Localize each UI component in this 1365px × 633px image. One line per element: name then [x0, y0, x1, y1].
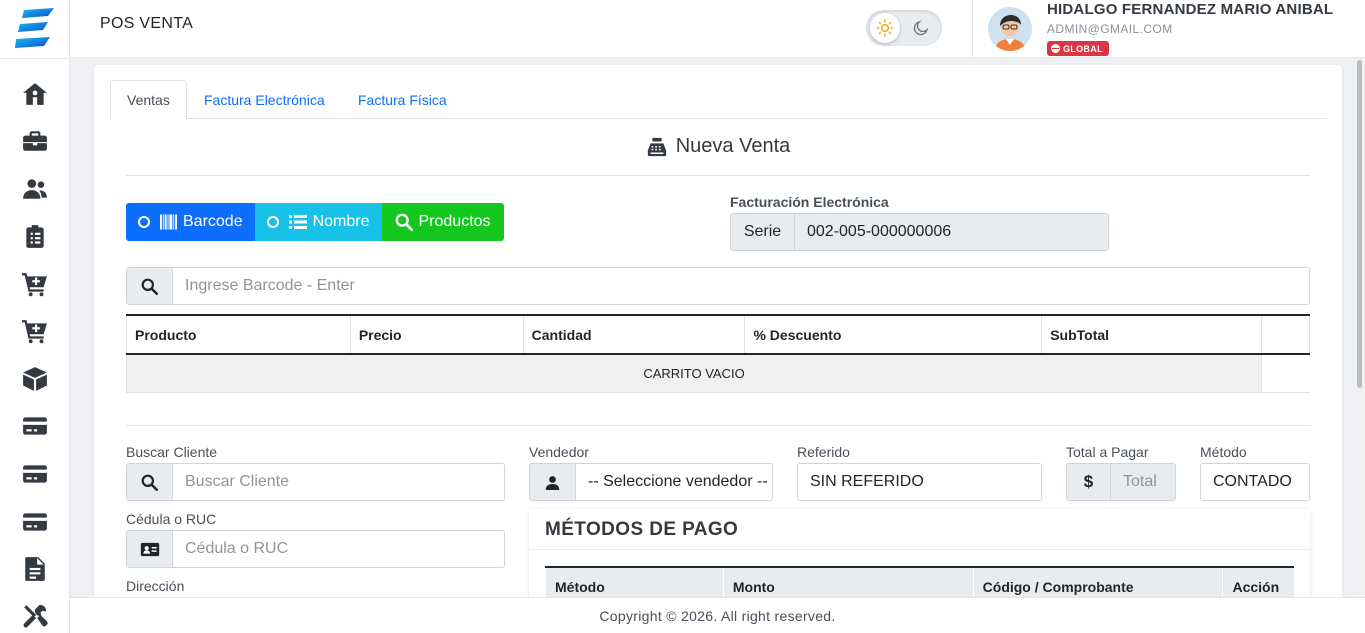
- col-cantidad: Cantidad: [522, 314, 745, 355]
- barcode-mode-label: Barcode: [183, 213, 243, 230]
- search-icon: [127, 464, 173, 500]
- user-email: ADMIN@GMAIL.COM: [1047, 22, 1173, 36]
- top-header: POS VENTA HIDALGO FERNANDEZ MARIO ANIBAL…: [70, 0, 1365, 58]
- cash-register-icon: [647, 137, 666, 156]
- user-name: HIDALGO FERNANDEZ MARIO ANIBAL: [1047, 1, 1334, 18]
- vendedor-label: Vendedor: [529, 444, 589, 460]
- serie-field: Serie 002-005-000000006: [730, 213, 1109, 251]
- referido-group: SIN REFERIDO: [797, 463, 1042, 501]
- vendedor-group: -- Seleccione vendedor --: [529, 463, 773, 501]
- sun-icon[interactable]: [870, 13, 900, 43]
- buscar-cliente-group: [126, 463, 505, 501]
- list-icon: [288, 215, 307, 229]
- document-icon[interactable]: [21, 555, 49, 583]
- total-group: $: [1066, 463, 1176, 501]
- footer: Copyright © 2026. All right reserved.: [70, 597, 1365, 633]
- cart-plus-icon[interactable]: [21, 317, 49, 345]
- direccion-label: Dirección: [126, 578, 185, 594]
- globe-icon: [1051, 44, 1060, 53]
- home-icon[interactable]: [21, 80, 49, 108]
- total-input: [1111, 464, 1175, 500]
- app-logo[interactable]: [14, 6, 56, 50]
- barcode-icon: [160, 214, 177, 230]
- role-badge: GLOBAL: [1047, 41, 1109, 56]
- barcode-input-group: [126, 267, 1310, 305]
- total-label: Total a Pagar: [1066, 444, 1149, 460]
- tab-ventas[interactable]: Ventas: [110, 80, 187, 120]
- barcode-input[interactable]: [173, 268, 1309, 304]
- box-icon[interactable]: [21, 365, 49, 393]
- cedula-group: [126, 530, 505, 568]
- tab-factura-electronica[interactable]: Factura Electrónica: [188, 80, 341, 119]
- productos-label: Productos: [418, 213, 491, 230]
- empty-cart-message: CARRITO VACIO: [125, 354, 1262, 393]
- buscar-cliente-input[interactable]: [173, 464, 504, 500]
- cedula-label: Cédula o RUC: [126, 511, 217, 527]
- theme-toggle[interactable]: [866, 10, 942, 46]
- buscar-cliente-label: Buscar Cliente: [126, 444, 218, 460]
- referido-label: Referido: [797, 444, 850, 460]
- referido-select[interactable]: SIN REFERIDO: [798, 464, 1041, 500]
- search-icon: [395, 213, 413, 231]
- serie-value: 002-005-000000006: [795, 214, 1108, 250]
- app-title: POS VENTA: [100, 15, 194, 32]
- tools-icon[interactable]: [21, 602, 49, 630]
- sales-card: Ventas Factura Electrónica Factura Físic…: [94, 65, 1342, 605]
- col-producto: Producto: [126, 314, 351, 355]
- search-icon: [127, 268, 173, 304]
- col-descuento: % Descuento: [744, 314, 1042, 355]
- nombre-mode-label: Nombre: [312, 213, 370, 230]
- barcode-mode-button[interactable]: Barcode: [126, 203, 255, 241]
- metodo-label: Método: [1200, 444, 1247, 460]
- productos-button[interactable]: Productos: [381, 203, 504, 241]
- nombre-radio[interactable]: [266, 216, 279, 228]
- cart-plus-icon[interactable]: [21, 270, 49, 298]
- barcode-radio[interactable]: [138, 216, 150, 228]
- user-avatar[interactable]: [988, 7, 1032, 51]
- metodos-pago-title: MÉTODOS DE PAGO: [545, 519, 739, 540]
- serie-addon: Serie: [731, 214, 795, 250]
- section-title: Nueva Venta: [94, 135, 1342, 158]
- user-icon: [530, 464, 576, 500]
- metodo-group: CONTADO: [1200, 463, 1310, 501]
- col-precio: Precio: [349, 314, 524, 355]
- cart-table: Producto Precio Cantidad % Descuento Sub…: [125, 314, 1310, 393]
- clipboard-icon[interactable]: [21, 222, 49, 250]
- scrollbar-thumb[interactable]: [1357, 60, 1362, 388]
- vendedor-select[interactable]: -- Seleccione vendedor --: [576, 464, 772, 500]
- tab-factura-fisica[interactable]: Factura Física: [342, 80, 463, 119]
- metodo-select[interactable]: CONTADO: [1201, 464, 1309, 500]
- col-subtotal: SubTotal: [1041, 314, 1262, 355]
- credit-card-icon[interactable]: [21, 460, 49, 488]
- col-actions: [1261, 314, 1310, 355]
- briefcase-icon[interactable]: [21, 127, 49, 155]
- nombre-mode-button[interactable]: Nombre: [254, 203, 382, 241]
- credit-card-icon[interactable]: [21, 508, 49, 536]
- cedula-input[interactable]: [173, 531, 504, 567]
- table-row: CARRITO VACIO: [125, 354, 1310, 393]
- role-badge-label: GLOBAL: [1063, 43, 1103, 54]
- metodos-pago-card: MÉTODOS DE PAGO Método Monto Código / Co…: [529, 509, 1310, 605]
- sidebar: [0, 0, 70, 633]
- copyright-text: Copyright © 2026. All right reserved.: [599, 607, 836, 624]
- users-icon[interactable]: [21, 175, 49, 203]
- page-scrollbar[interactable]: [1355, 58, 1365, 633]
- moon-icon[interactable]: [906, 13, 936, 43]
- search-mode-group: Barcode Nombre Productos: [126, 203, 504, 241]
- credit-card-icon[interactable]: [21, 412, 49, 440]
- section-title-text: Nueva Venta: [675, 135, 791, 157]
- facturacion-label: Facturación Electrónica: [730, 194, 889, 210]
- id-card-icon: [127, 531, 173, 567]
- sales-tabs: Ventas Factura Electrónica Factura Físic…: [110, 80, 1326, 120]
- dollar-icon: $: [1067, 464, 1111, 500]
